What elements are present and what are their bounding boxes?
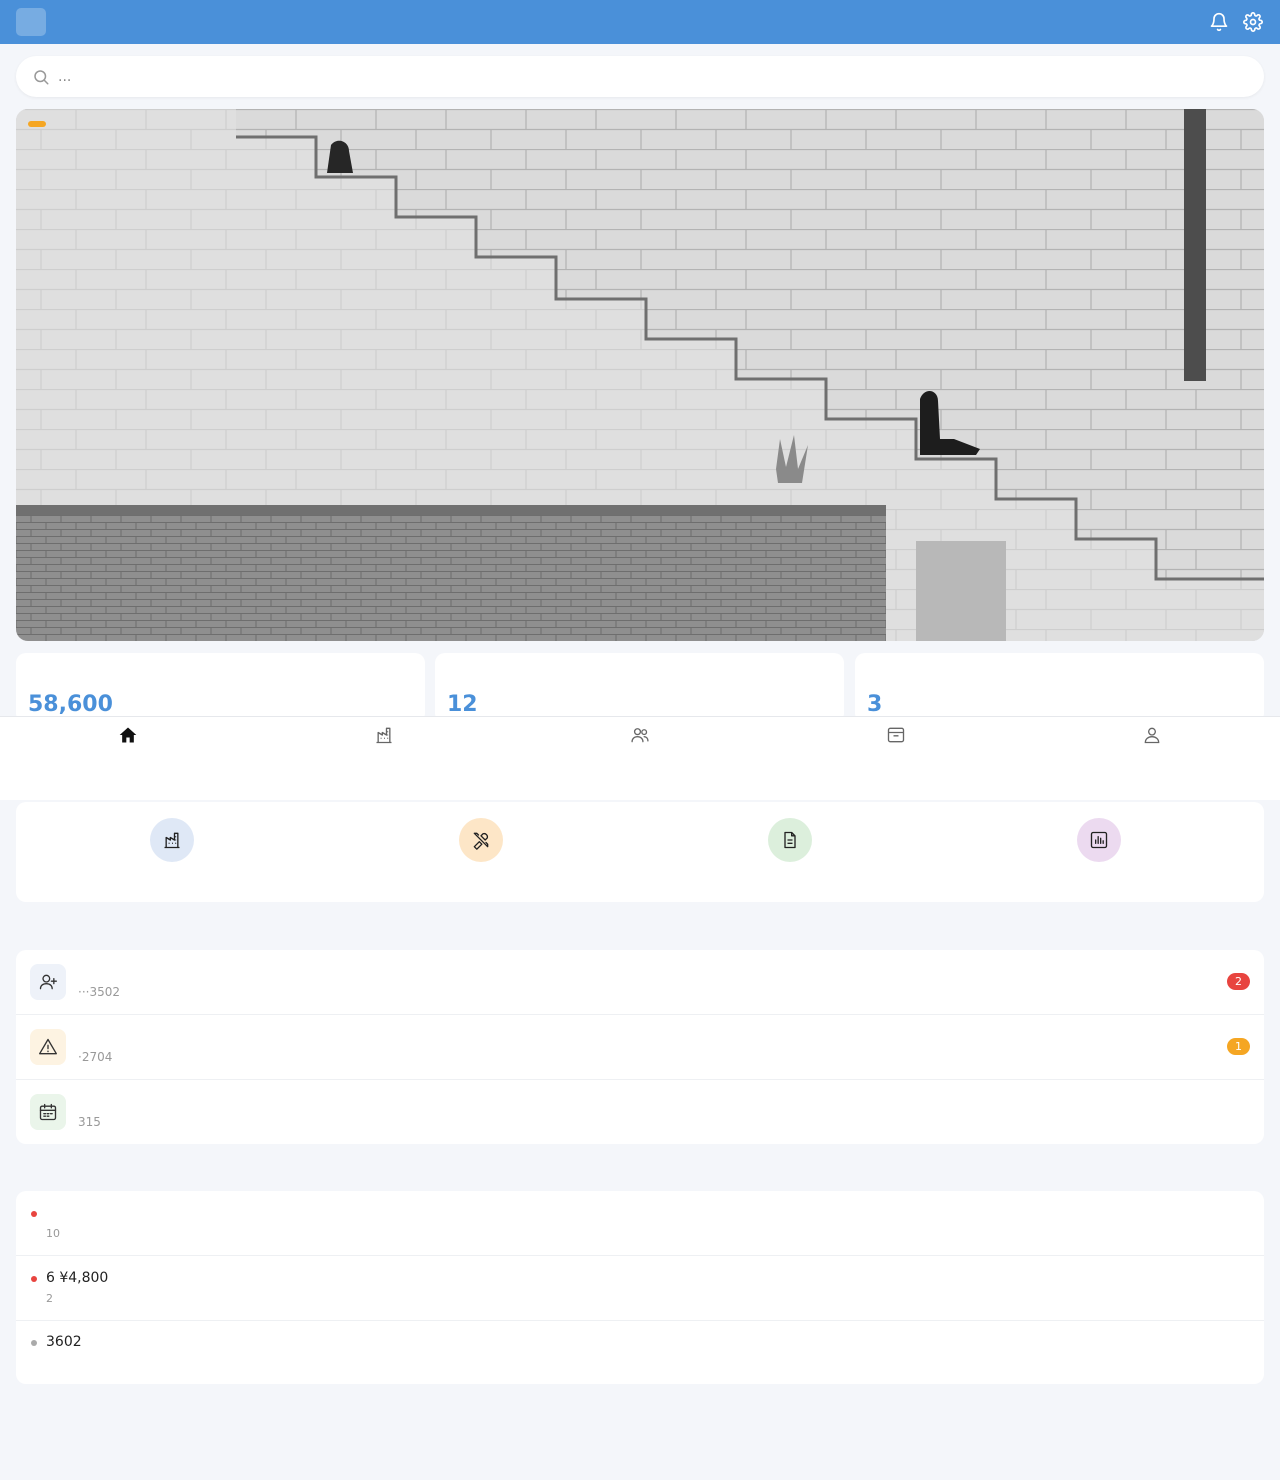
gear-icon[interactable] [1243,12,1263,32]
search-icon [32,68,50,86]
stat-value: 12 [447,692,478,717]
stat-value: 3 [867,692,883,717]
shortcut-report[interactable] [943,802,1255,902]
todo-item[interactable]: ·2704 1 [16,1015,1264,1080]
notice-item[interactable]: 6 ¥4,800 2 [16,1256,1264,1321]
notice-time: 2 [46,1292,53,1305]
todo-icon [30,1029,66,1065]
todo-subtitle: 315 [78,1115,101,1129]
unread-dot [31,1211,37,1217]
tab-inbox[interactable] [768,717,1024,801]
stat-card: 12 [435,653,844,723]
banner-tag [28,121,46,127]
todo-badge: 2 [1227,973,1250,990]
tab-home[interactable] [0,717,256,801]
user-plus-icon [39,974,57,990]
todo-icon [30,964,66,1000]
tab-users[interactable] [512,717,768,801]
tab-building[interactable] [256,717,512,801]
shortcut-icon-circle [768,818,812,862]
user-icon [1144,727,1160,744]
chart-icon [1090,831,1108,849]
document-icon [784,831,796,849]
inbox-icon [887,727,905,743]
shortcut-icon-circle [150,818,194,862]
notice-item[interactable]: 3602 [16,1320,1264,1384]
calendar-icon [39,1103,57,1121]
todo-list: ···3502 2 ·2704 1 315 [16,950,1264,1144]
stat-card: 58,600 [16,653,425,723]
shortcut-panel [16,802,1264,902]
shortcut-icon-circle [1077,818,1121,862]
search-input[interactable] [58,56,1248,97]
todo-icon [30,1094,66,1130]
shortcut-repair[interactable] [325,802,637,902]
tools-icon [473,832,489,850]
read-dot [31,1340,37,1346]
todo-subtitle: ···3502 [78,985,120,999]
notice-list: 10 6 ¥4,800 2 3602 [16,1191,1264,1384]
warning-icon [39,1038,57,1055]
notice-time: 10 [46,1227,60,1240]
stat-card: 3 [855,653,1264,723]
users-icon [631,728,649,743]
search-bar[interactable] [16,56,1264,97]
banner-photo [16,109,1264,641]
notice-title: 6 ¥4,800 [46,1270,109,1286]
building-icon [376,727,392,744]
home-icon [119,727,137,743]
notice-title: 3602 [46,1334,82,1350]
notice-item[interactable]: 10 [16,1191,1264,1256]
bell-icon[interactable] [1209,12,1229,32]
todo-subtitle: ·2704 [78,1050,113,1064]
todo-item[interactable]: 315 [16,1080,1264,1144]
top-bar [0,0,1280,44]
stat-value: 58,600 [28,692,113,717]
shortcut-document[interactable] [634,802,946,902]
app-logo [16,8,46,36]
banner-image[interactable] [16,109,1264,641]
building-icon [164,832,180,849]
bottom-tab-bar [0,716,1280,800]
unread-dot [31,1276,37,1282]
todo-item[interactable]: ···3502 2 [16,950,1264,1015]
shortcut-icon-circle [459,818,503,862]
todo-badge: 1 [1227,1038,1250,1055]
shortcut-building[interactable] [16,802,328,902]
tab-profile[interactable] [1024,717,1280,801]
